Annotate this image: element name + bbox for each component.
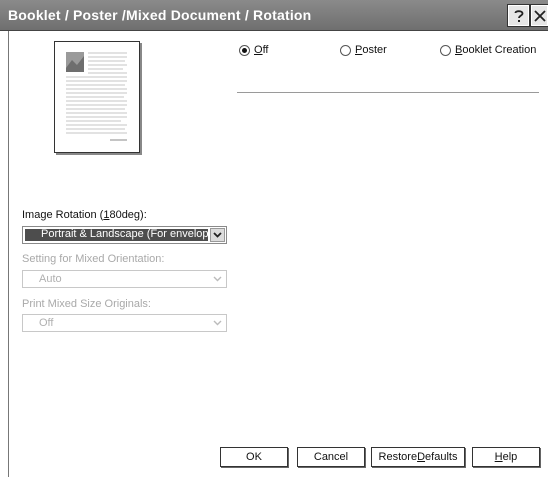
title-bar: Booklet / Poster /Mixed Document / Rotat… [0, 0, 548, 31]
radio-poster-dot[interactable] [340, 44, 351, 56]
page-preview [54, 41, 140, 153]
mixed-orientation-dropdown-button [210, 272, 225, 286]
restore-defaults-button[interactable]: Restore Defaults [371, 447, 465, 467]
ok-button[interactable]: OK [220, 447, 288, 467]
image-rotation-select[interactable]: Portrait & Landscape (For envelopes) [22, 226, 227, 244]
close-button[interactable] [530, 4, 548, 27]
image-rotation-value: Portrait & Landscape (For envelopes) [41, 228, 224, 240]
chevron-down-icon [213, 276, 222, 282]
image-rotation-label: Image Rotation (180deg): [22, 209, 147, 221]
question-icon [514, 9, 523, 22]
radio-poster-label: Poster [355, 44, 387, 56]
cancel-button[interactable]: Cancel [297, 447, 365, 467]
help-button[interactable]: Help [472, 447, 540, 467]
mixed-size-select: Off [22, 314, 227, 332]
radio-booklet-label: Booklet Creation [455, 44, 537, 56]
document-thumbnail-icon [66, 52, 127, 141]
separator [237, 92, 539, 93]
mixed-orientation-value: Auto [39, 273, 62, 285]
radio-booklet-dot[interactable] [440, 44, 451, 56]
radio-poster[interactable]: Poster [340, 44, 387, 56]
image-rotation-dropdown-button[interactable] [210, 228, 225, 242]
radio-off-label: Off [254, 44, 269, 56]
mixed-orientation-label: Setting for Mixed Orientation: [22, 253, 165, 265]
chevron-down-icon [213, 232, 222, 238]
radio-booklet-creation[interactable]: Booklet Creation [440, 44, 536, 56]
radio-off[interactable]: Off [239, 44, 268, 56]
mixed-size-dropdown-button [210, 316, 225, 330]
mixed-orientation-select: Auto [22, 270, 227, 288]
radio-off-dot[interactable] [239, 44, 250, 56]
close-icon [533, 9, 546, 22]
window-title: Booklet / Poster /Mixed Document / Rotat… [8, 7, 312, 23]
chevron-down-icon [213, 320, 222, 326]
mixed-size-value: Off [39, 317, 54, 329]
mixed-size-label: Print Mixed Size Originals: [22, 298, 151, 310]
help-title-button[interactable] [507, 4, 530, 27]
